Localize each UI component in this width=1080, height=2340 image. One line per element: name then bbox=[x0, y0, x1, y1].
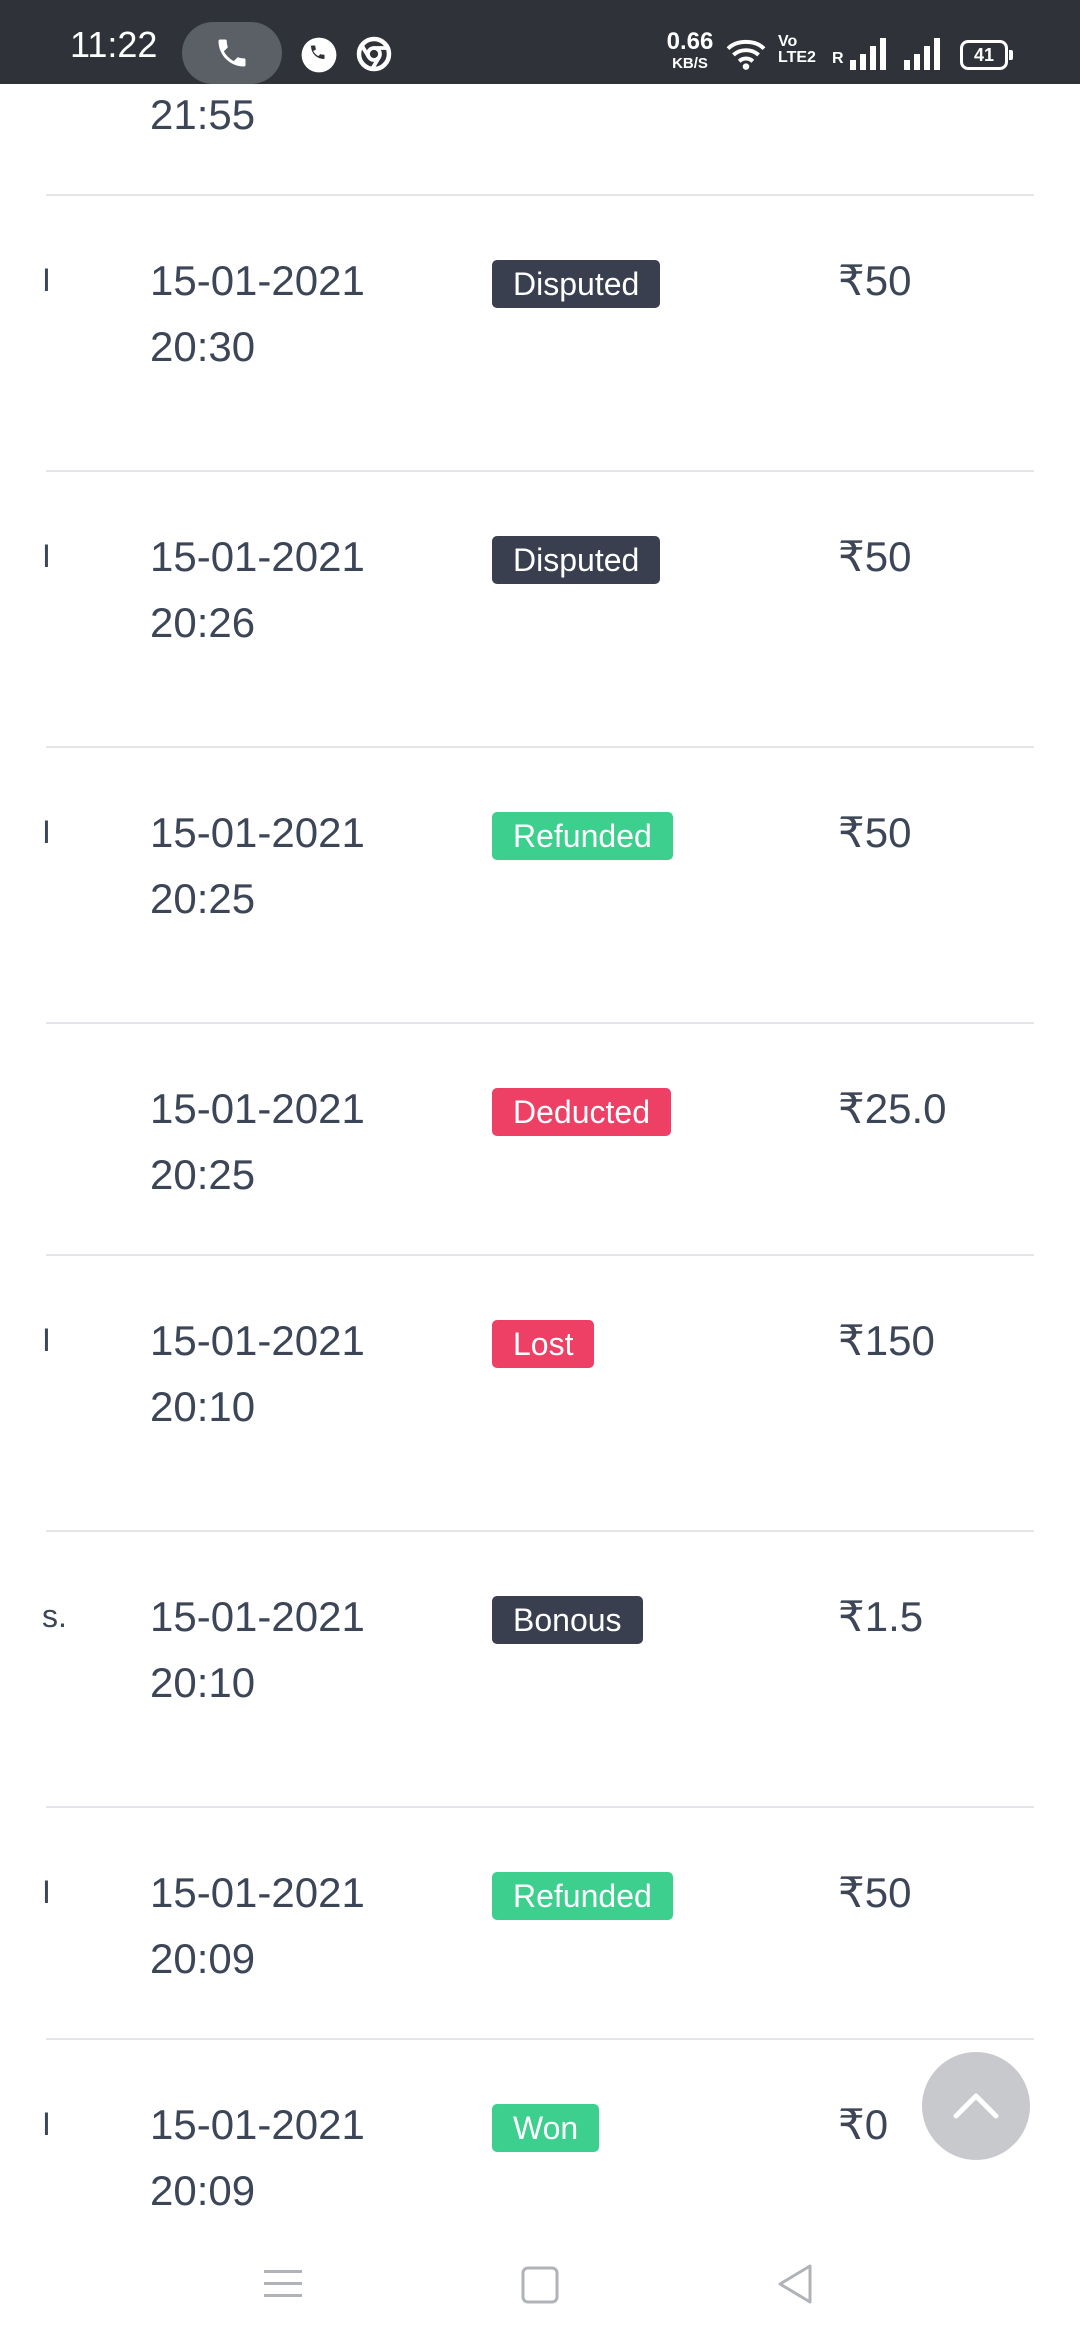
table-row[interactable]: I 15-01-2021 20:25 Refunded ₹50 bbox=[42, 748, 1034, 1024]
transaction-time: 21:55 bbox=[150, 91, 256, 138]
table-row[interactable]: I 15-01-2021 20:30 Disputed ₹50 bbox=[42, 196, 1034, 472]
table-row[interactable]: I 15-01-2021 20:09 Won ₹0 bbox=[42, 2040, 1034, 2232]
status-badge: Refunded bbox=[492, 1872, 673, 1920]
home-square-icon[interactable] bbox=[520, 2260, 560, 2308]
transaction-time: 20:09 bbox=[150, 2167, 256, 2214]
wifi-icon bbox=[726, 39, 766, 70]
transaction-amount: ₹150 bbox=[838, 1317, 935, 1364]
transaction-amount: ₹50 bbox=[838, 533, 912, 580]
network-speed-unit: KB/S bbox=[672, 55, 708, 72]
transaction-amount: ₹0 bbox=[838, 2101, 889, 2148]
status-badge: Won bbox=[492, 2104, 600, 2152]
transaction-id-partial: s. bbox=[42, 1598, 67, 1634]
roaming-indicator: R bbox=[832, 50, 844, 67]
table-row[interactable]: 15-01-2021 20:25 Deducted ₹25.0 bbox=[46, 1024, 1034, 1256]
ongoing-call-chip[interactable] bbox=[182, 22, 282, 84]
transaction-date: 15-01-2021 bbox=[150, 257, 365, 304]
status-badge: Refunded bbox=[492, 812, 673, 860]
transaction-id-partial: I bbox=[42, 1322, 51, 1358]
transaction-id-partial: I bbox=[42, 814, 51, 850]
transaction-time: 20:10 bbox=[150, 1659, 256, 1706]
transaction-date: 15-01-2021 bbox=[150, 809, 365, 856]
network-speed-value: 0.66 bbox=[666, 28, 714, 55]
status-time: 11:22 bbox=[70, 24, 158, 65]
network-speed: 0.66 KB/S bbox=[655, 28, 725, 72]
transaction-amount: ₹25.0 bbox=[838, 1085, 947, 1132]
status-badge: Bonous bbox=[492, 1596, 643, 1644]
transaction-time: 20:25 bbox=[150, 1151, 256, 1198]
status-badge: Disputed bbox=[492, 536, 661, 584]
transaction-amount: ₹50 bbox=[838, 809, 912, 856]
transaction-id-partial: I bbox=[42, 538, 51, 574]
status-badge: Disputed bbox=[492, 260, 661, 308]
status-badge: Lost bbox=[492, 1320, 595, 1368]
transaction-time: 20:25 bbox=[150, 875, 256, 922]
chevron-up-icon bbox=[953, 2093, 999, 2119]
status-badge: Deducted bbox=[492, 1088, 671, 1136]
status-bar: 11:22 0.66 KB/S Vo LTE2 R 41 bbox=[0, 0, 1080, 84]
battery-icon: 41 bbox=[960, 40, 1013, 70]
transaction-id-partial: I bbox=[42, 1874, 51, 1910]
system-navigation-bar bbox=[0, 2232, 1080, 2340]
transaction-amount: ₹50 bbox=[838, 1869, 912, 1916]
transaction-amount: ₹1.5 bbox=[838, 1593, 924, 1640]
transaction-list[interactable]: 21:55 I 15-01-2021 20:30 Disputed ₹50 I … bbox=[0, 84, 1080, 2232]
battery-level: 41 bbox=[973, 45, 995, 65]
transaction-id-partial: I bbox=[42, 2106, 51, 2142]
volte-indicator: Vo LTE2 bbox=[778, 33, 816, 66]
transaction-date: 15-01-2021 bbox=[150, 1317, 365, 1364]
signal-sim1-icon bbox=[850, 38, 886, 70]
table-row: 21:55 bbox=[46, 84, 1034, 196]
transaction-date: 15-01-2021 bbox=[150, 1869, 365, 1916]
transaction-amount: ₹50 bbox=[838, 257, 912, 304]
whatsapp-call-icon bbox=[301, 37, 337, 73]
transaction-time: 20:26 bbox=[150, 599, 256, 646]
signal-sim2-icon bbox=[904, 38, 940, 70]
transaction-date: 15-01-2021 bbox=[150, 1593, 365, 1640]
phone-icon bbox=[218, 39, 246, 67]
transaction-date: 15-01-2021 bbox=[150, 2101, 365, 2148]
back-triangle-icon[interactable] bbox=[774, 2260, 816, 2308]
table-row[interactable]: I 15-01-2021 20:26 Disputed ₹50 bbox=[42, 472, 1034, 748]
transaction-time: 20:10 bbox=[150, 1383, 256, 1430]
table-row[interactable]: I 15-01-2021 20:10 Lost ₹150 bbox=[42, 1256, 1034, 1532]
scroll-to-top-button[interactable] bbox=[922, 2052, 1030, 2160]
transaction-id-partial: I bbox=[42, 262, 51, 298]
transaction-date: 15-01-2021 bbox=[150, 533, 365, 580]
menu-icon[interactable] bbox=[262, 2260, 304, 2308]
transaction-time: 20:09 bbox=[150, 1935, 256, 1982]
table-row[interactable]: I 15-01-2021 20:09 Refunded ₹50 bbox=[42, 1808, 1034, 2040]
chrome-icon bbox=[356, 36, 392, 72]
transaction-time: 20:30 bbox=[150, 323, 256, 370]
table-row[interactable]: s. 15-01-2021 20:10 Bonous ₹1.5 bbox=[42, 1532, 1034, 1808]
transaction-date: 15-01-2021 bbox=[150, 1085, 365, 1132]
